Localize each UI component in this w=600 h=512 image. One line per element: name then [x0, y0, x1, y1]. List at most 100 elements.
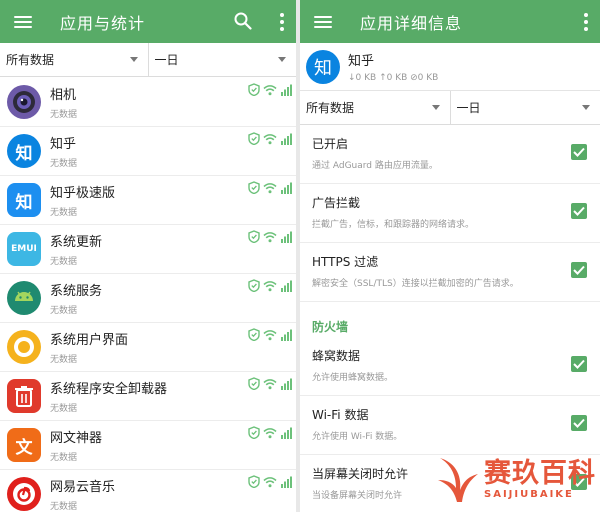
setting-row[interactable]: Wi-Fi 数据 允许使用 Wi-Fi 数据。 — [300, 396, 600, 455]
app-name: 相机 — [50, 88, 77, 103]
app-name: 知乎 — [50, 137, 77, 152]
zhihu-icon: 知 — [306, 49, 340, 84]
app-list-item[interactable]: 系统程序安全卸载器 无数据 — [0, 372, 296, 421]
system-ui-icon — [7, 330, 41, 364]
wifi-icon — [263, 378, 277, 389]
setting-row[interactable]: 广告拦截 拦截广告，信标，和跟踪器的网络请求。 — [300, 184, 600, 243]
wifi-icon — [263, 329, 277, 340]
setting-checkbox[interactable] — [571, 144, 587, 160]
app-usage: 无数据 — [50, 208, 78, 218]
traffic-type-dropdown[interactable]: 所有数据 — [0, 43, 149, 76]
app-name: 系统用户界面 — [50, 333, 129, 348]
shield-icon — [248, 279, 260, 292]
app-name: 网易云音乐 — [50, 480, 116, 495]
wifi-icon — [263, 133, 277, 144]
more-options-icon[interactable] — [584, 13, 588, 31]
setting-checkbox[interactable] — [571, 203, 587, 219]
app-usage: 无数据 — [50, 502, 78, 512]
wenwen-icon: 文 — [7, 428, 41, 462]
cellular-signal-icon — [281, 476, 292, 488]
cellular-signal-icon — [281, 378, 292, 390]
search-icon[interactable] — [234, 12, 252, 30]
app-list-item[interactable]: 系统服务 无数据 — [0, 274, 296, 323]
zhihu-lite-icon: 知 — [7, 183, 41, 217]
app-list-item[interactable]: 相机 无数据 — [0, 78, 296, 127]
shield-icon — [248, 181, 260, 194]
cellular-signal-icon — [281, 84, 292, 96]
menu-icon[interactable] — [314, 15, 332, 28]
uninstaller-icon — [7, 379, 41, 413]
app-name: 网文神器 — [50, 431, 103, 446]
traffic-type-dropdown[interactable]: 所有数据 — [300, 91, 451, 124]
setting-row[interactable]: 已开启 通过 AdGuard 路由应用流量。 — [300, 125, 600, 184]
settings-list: 已开启 通过 AdGuard 路由应用流量。 广告拦截 拦截广告，信标，和跟踪器… — [300, 125, 600, 302]
filter-bar: 所有数据 一日 — [0, 43, 296, 77]
filter-bar: 所有数据 一日 — [300, 91, 600, 125]
app-status-icons — [248, 426, 292, 439]
app-usage: 无数据 — [50, 159, 78, 169]
app-status-icons — [248, 230, 292, 243]
checkmark-icon — [573, 418, 585, 428]
chevron-down-icon — [582, 105, 590, 110]
cellular-signal-icon — [281, 427, 292, 439]
app-list-item[interactable]: 文 网文神器 无数据 — [0, 421, 296, 470]
page-title: 应用详细信息 — [360, 13, 463, 33]
app-list: 相机 无数据 知 知乎 无数据 知 知乎极速版 无数据 EMUI 系统更新 无数… — [0, 78, 296, 512]
period-dropdown[interactable]: 一日 — [149, 43, 297, 76]
setting-checkbox[interactable] — [571, 356, 587, 372]
setting-description: 解密安全（SSL/TLS）连接以拦截加密的广告请求。 — [312, 279, 519, 289]
shield-icon — [248, 230, 260, 243]
app-header: 知 知乎 ↓0 KB ↑0 KB ⊘0 KB — [300, 43, 600, 91]
setting-title: 已开启 — [312, 137, 349, 151]
app-list-item[interactable]: 知 知乎极速版 无数据 — [0, 176, 296, 225]
firewall-section-header: 防火墙 — [312, 320, 349, 334]
setting-row[interactable]: 蜂窝数据 允许使用蜂窝数据。 — [300, 337, 600, 396]
setting-description: 拦截广告，信标，和跟踪器的网络请求。 — [312, 220, 475, 230]
app-usage: 无数据 — [50, 453, 78, 463]
chevron-down-icon — [431, 105, 440, 110]
traffic-type-value: 所有数据 — [6, 53, 55, 67]
app-status-icons — [248, 132, 292, 145]
camera-icon — [7, 85, 41, 119]
app-name: 知乎极速版 — [50, 186, 116, 201]
traffic-type-value: 所有数据 — [306, 101, 355, 115]
menu-icon[interactable] — [14, 15, 32, 28]
app-details-pane: 应用详细信息 知 知乎 ↓0 KB ↑0 KB ⊘0 KB 所有数据 一日 已开… — [300, 0, 600, 512]
app-usage: 无数据 — [50, 404, 78, 414]
app-usage: 无数据 — [50, 257, 78, 267]
app-list-item[interactable]: 网易云音乐 无数据 — [0, 470, 296, 512]
zhihu-icon: 知 — [7, 134, 41, 168]
shield-icon — [248, 475, 260, 488]
watermark-cn: 赛玖百科 — [484, 457, 596, 489]
setting-title: 广告拦截 — [312, 196, 361, 210]
page-title: 应用与统计 — [60, 13, 146, 33]
app-list-item[interactable]: EMUI 系统更新 无数据 — [0, 225, 296, 274]
checkmark-icon — [573, 265, 585, 275]
setting-checkbox[interactable] — [571, 415, 587, 431]
wifi-icon — [263, 427, 277, 438]
traffic-summary: ↓0 KB ↑0 KB ⊘0 KB — [348, 73, 439, 83]
cellular-signal-icon — [281, 133, 292, 145]
shield-icon — [248, 377, 260, 390]
chevron-down-icon — [129, 57, 138, 62]
app-usage: 无数据 — [50, 306, 78, 316]
app-name: 系统服务 — [50, 284, 103, 299]
app-name: 系统程序安全卸载器 — [50, 382, 168, 397]
netease-music-icon — [7, 477, 41, 511]
setting-checkbox[interactable] — [571, 262, 587, 278]
app-status-icons — [248, 181, 292, 194]
setting-row[interactable]: HTTPS 过滤 解密安全（SSL/TLS）连接以拦截加密的广告请求。 — [300, 243, 600, 302]
checkmark-icon — [573, 147, 585, 157]
app-status-icons — [248, 279, 292, 292]
period-dropdown[interactable]: 一日 — [451, 91, 600, 124]
app-list-item[interactable]: 系统用户界面 无数据 — [0, 323, 296, 372]
app-status-icons — [248, 377, 292, 390]
app-list-item[interactable]: 知 知乎 无数据 — [0, 127, 296, 176]
period-value: 一日 — [154, 53, 179, 67]
wifi-icon — [263, 84, 277, 95]
shield-icon — [248, 328, 260, 341]
emui-update-icon: EMUI — [7, 232, 41, 266]
more-options-icon[interactable] — [280, 13, 284, 31]
app-usage: 无数据 — [50, 355, 78, 365]
app-name: 知乎 — [348, 54, 375, 69]
